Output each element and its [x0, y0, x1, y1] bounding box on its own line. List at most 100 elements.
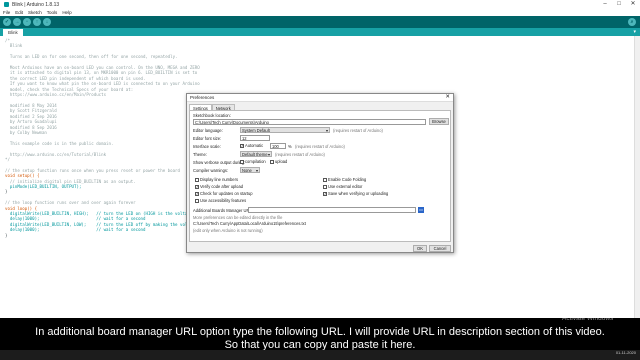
menu-help[interactable]: Help [62, 10, 71, 15]
code-comment-block: /* Blink Turns an LED on for one second,… [5, 38, 200, 162]
verify-after-upload-checkbox[interactable]: ✓ Verify code after upload [195, 184, 243, 189]
checkbox-box [270, 159, 274, 164]
preferences-path: C:\Users\Tech Curry\AppData\Local\Arduin… [193, 221, 306, 226]
code-setup-signature: void setup() { [5, 173, 40, 179]
automatic-label: Automatic [245, 143, 264, 148]
upload-label: upload [275, 159, 288, 164]
checkbox-box [195, 177, 199, 182]
tab-bar: Blink [0, 28, 640, 36]
settings-panel: Sketchbook location: C:\Users\Tech Curry… [189, 110, 451, 242]
taskbar-clock: 01-11-2020 [615, 350, 636, 356]
verbose-label: Show verbose output during: [193, 160, 246, 165]
automatic-checkbox[interactable]: ✓ Automatic [240, 143, 263, 148]
accessibility-checkbox[interactable]: Use accessibility features [195, 198, 246, 203]
taskbar [0, 350, 640, 360]
tab-menu-icon[interactable]: ▾ [633, 29, 636, 35]
dialog-title-bar: Preferences [187, 94, 453, 102]
sketchbook-location-field[interactable]: C:\Users\Tech Curry\Documents\Arduino [193, 119, 426, 125]
menu-tools[interactable]: Tools [47, 10, 58, 15]
theme-value: Default theme [242, 152, 268, 157]
percent-label: % [288, 144, 292, 149]
checkbox-box: ✓ [240, 143, 244, 148]
option-label: Use accessibility features [200, 198, 247, 203]
save-icon[interactable]: ↓ [43, 18, 51, 26]
upload-icon[interactable]: → [13, 18, 21, 26]
edit-only-note: (edit only when Arduino is not running) [193, 228, 263, 233]
serial-monitor-icon[interactable]: ⌕ [628, 18, 636, 26]
code-loop-end: } [5, 232, 8, 238]
more-preferences-note: More preferences can be edited directly … [193, 215, 283, 220]
checkbox-box [323, 177, 327, 182]
menu-bar: File Edit Sketch Tools Help [0, 9, 640, 16]
code-loop-line-4: delay(1000); // wait for a second [5, 227, 146, 233]
dialog-close-icon[interactable]: ✕ [445, 94, 450, 100]
caption-line-1: In additional board manager URL option t… [32, 326, 608, 339]
toolbar: ✓ → ▫ ↑ ↓ ⌕ [0, 16, 640, 28]
browse-button[interactable]: Browse [429, 118, 449, 125]
editor-language-label: Editor language: [193, 128, 223, 133]
code-loop-line-3: digitalWrite(LED_BUILTIN, LOW); // turn … [5, 221, 198, 227]
code-loop-line-1: digitalWrite(LED_BUILTIN, HIGH); // turn… [5, 211, 200, 216]
tab-blink[interactable]: Blink [3, 29, 23, 36]
editor-language-value: System Default [242, 128, 270, 133]
interface-scale-label: Interface scale: [193, 144, 221, 149]
activate-windows-watermark: Activate Windows [562, 315, 614, 322]
restart-note-theme: (requires restart of Arduino) [275, 152, 325, 157]
ok-button[interactable]: OK [413, 245, 427, 252]
code-loop-comment: // the loop function runs over and over … [5, 200, 136, 206]
option-label: Use external editor [328, 184, 363, 189]
window-edit-icon[interactable]: ▭ [418, 207, 424, 213]
open-icon[interactable]: ↑ [33, 18, 41, 26]
option-label: Verify code after upload [200, 184, 244, 189]
minimize-icon[interactable]: – [598, 0, 612, 9]
option-label: Save when verifying or uploading [328, 191, 389, 196]
code-pinmode-line: pinMode(LED_BUILTIN, OUTPUT); [5, 183, 82, 189]
display-line-numbers-checkbox[interactable]: Display line numbers [195, 177, 238, 182]
chevron-down-icon: ▾ [267, 152, 270, 157]
option-label: Display line numbers [200, 177, 238, 182]
code-setup-inner-comment: // initialize digital pin LED_BUILTIN as… [5, 178, 136, 184]
window-title: Blink | Arduino 1.8.13 [12, 1, 60, 8]
cancel-button[interactable]: Cancel [429, 245, 451, 252]
warnings-value: None [242, 168, 252, 173]
title-bar: Blink | Arduino 1.8.13 – □ ✕ [0, 0, 640, 9]
dialog-title: Preferences [190, 95, 215, 100]
board-urls-field[interactable] [248, 207, 416, 213]
external-editor-checkbox[interactable]: Use external editor [323, 184, 362, 189]
upload-checkbox[interactable]: upload [270, 159, 287, 164]
code-setup-comment: // the setup function runs once when you… [5, 167, 180, 173]
editor-language-select[interactable]: System Default ▾ [240, 127, 330, 133]
maximize-icon[interactable]: □ [612, 0, 626, 9]
check-updates-checkbox[interactable]: ✓ Check for updates on startup [195, 191, 253, 196]
compilation-checkbox[interactable]: compilation [240, 159, 266, 164]
scale-field[interactable]: 100 [270, 143, 286, 149]
checkbox-box: ✓ [195, 184, 199, 189]
save-when-verifying-checkbox[interactable]: ✓ Save when verifying or uploading [323, 191, 388, 196]
restart-note-language: (requires restart of Arduino) [333, 128, 383, 133]
checkbox-box [195, 198, 199, 203]
code-loop-line-2: delay(1000); // wait for a second [5, 216, 146, 222]
new-icon[interactable]: ▫ [23, 18, 31, 26]
verify-icon[interactable]: ✓ [3, 18, 11, 26]
compiler-warnings-select[interactable]: None ▾ [240, 167, 260, 173]
compilation-label: compilation [245, 159, 266, 164]
restart-note-scale: (requires restart of Arduino) [295, 144, 345, 149]
taskbar-date: 01-11-2020 [615, 350, 636, 355]
preferences-dialog: Preferences ✕ Settings Network Sketchboo… [186, 93, 454, 253]
menu-edit[interactable]: Edit [15, 10, 23, 15]
theme-select[interactable]: Default theme ▾ [240, 151, 272, 157]
checkbox-box: ✓ [195, 191, 199, 196]
font-size-field[interactable]: 12 [240, 135, 270, 141]
checkbox-box [323, 184, 327, 189]
close-icon[interactable]: ✕ [626, 0, 640, 9]
sketchbook-label: Sketchbook location: [193, 113, 231, 118]
window-controls: – □ ✕ [598, 0, 640, 9]
video-caption: In additional board manager URL option t… [0, 326, 640, 352]
chevron-down-icon: ▾ [255, 168, 258, 173]
editor-scrollbar[interactable] [634, 36, 640, 318]
code-folding-checkbox[interactable]: Enable Code Folding [323, 177, 366, 182]
menu-sketch[interactable]: Sketch [28, 10, 42, 15]
menu-file[interactable]: File [3, 10, 10, 15]
code-loop-signature: void loop() { [5, 205, 38, 211]
checkbox-box: ✓ [323, 191, 327, 196]
